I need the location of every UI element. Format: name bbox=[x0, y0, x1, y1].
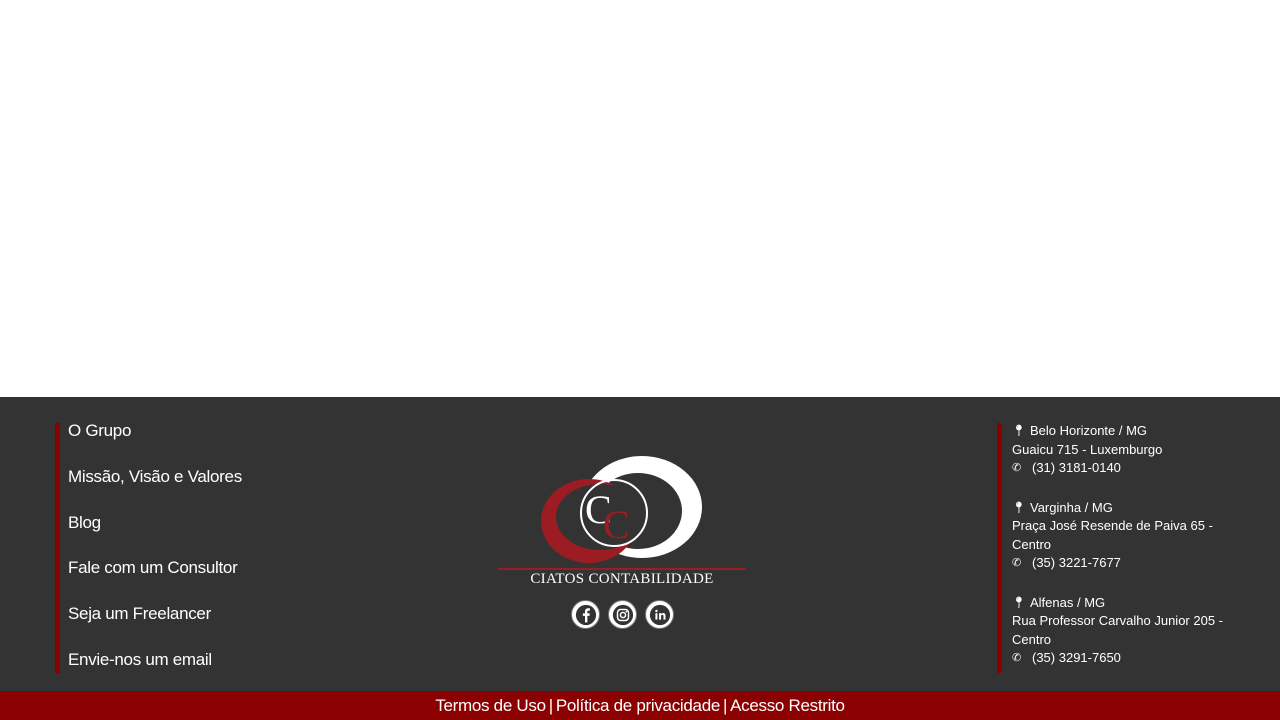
office-city: Belo Horizonte / MG bbox=[1030, 423, 1148, 438]
office-phone[interactable]: (35) 3221-7677 bbox=[1032, 554, 1121, 573]
legal-bar: Termos de Uso | Política de privacidade | Ac… bbox=[0, 691, 1280, 720]
instagram-icon[interactable] bbox=[608, 600, 637, 629]
linkedin-icon[interactable] bbox=[645, 600, 674, 629]
terms-link[interactable]: Termos de Uso bbox=[435, 696, 546, 715]
restricted-access-link[interactable]: Acesso Restrito bbox=[730, 696, 845, 715]
footer-link-o-grupo[interactable]: O Grupo bbox=[68, 419, 242, 465]
office-address: Praça José Resende de Paiva 65 - Centro bbox=[1012, 518, 1213, 552]
footer-nav: O Grupo Missão, Visão e Valores Blog Fal… bbox=[68, 419, 242, 694]
office-phone[interactable]: (31) 3181-0140 bbox=[1032, 459, 1121, 478]
left-accent-bar bbox=[55, 423, 60, 673]
office-city: Alfenas / MG bbox=[1030, 594, 1106, 610]
site-footer: O Grupo Missão, Visão e Valores Blog Fal… bbox=[0, 397, 1280, 691]
footer-link-consultor[interactable]: Fale com um Consultor bbox=[68, 556, 242, 602]
office-phone[interactable]: (35) 3291-7650 bbox=[1032, 649, 1121, 668]
map-pin-icon: 📍︎ bbox=[1012, 596, 1026, 609]
footer-link-blog[interactable]: Blog bbox=[68, 511, 242, 557]
office-list: 📍︎ Belo Horizonte / MG Guaicu 715 - Luxem… bbox=[1012, 422, 1252, 689]
phone-icon: ✆ bbox=[1012, 462, 1022, 474]
separator: | bbox=[723, 696, 728, 715]
office-address: Guaicu 715 - Luxemburgo bbox=[1012, 441, 1163, 457]
facebook-icon[interactable] bbox=[571, 600, 600, 629]
office-varginha: 📍︎ Varginha / MG Praça José Resende de Pa… bbox=[1012, 499, 1252, 573]
company-logo[interactable]: C C CIATOS CONTABILIDADE bbox=[496, 455, 748, 595]
phone-icon: ✆ bbox=[1012, 652, 1022, 664]
separator: | bbox=[548, 696, 553, 715]
footer-link-freelancer[interactable]: Seja um Freelancer bbox=[68, 602, 242, 648]
office-address: Rua Professor Carvalho Junior 205 - Cent… bbox=[1012, 613, 1223, 647]
svg-text:C: C bbox=[603, 502, 630, 547]
map-pin-icon: 📍︎ bbox=[1012, 425, 1026, 437]
logo-mark-icon: C C bbox=[541, 456, 702, 563]
office-belo-horizonte: 📍︎ Belo Horizonte / MG Guaicu 715 - Luxem… bbox=[1012, 422, 1252, 478]
logo-divider bbox=[498, 568, 746, 570]
phone-icon: ✆ bbox=[1012, 557, 1022, 569]
right-accent-bar bbox=[997, 423, 1002, 673]
page-content-area bbox=[0, 0, 1280, 397]
office-alfenas: 📍︎ Alfenas / MG Rua Professor Carvalho Ju… bbox=[1012, 594, 1252, 668]
footer-link-email[interactable]: Envie-nos um email bbox=[68, 648, 242, 694]
office-city: Varginha / MG bbox=[1030, 499, 1113, 515]
map-pin-icon: 📍︎ bbox=[1012, 501, 1026, 514]
privacy-link[interactable]: Política de privacidade bbox=[556, 696, 720, 715]
footer-link-missao[interactable]: Missão, Visão e Valores bbox=[68, 465, 242, 511]
logo-name: CIATOS CONTABILIDADE bbox=[530, 571, 714, 587]
social-links bbox=[571, 600, 674, 629]
